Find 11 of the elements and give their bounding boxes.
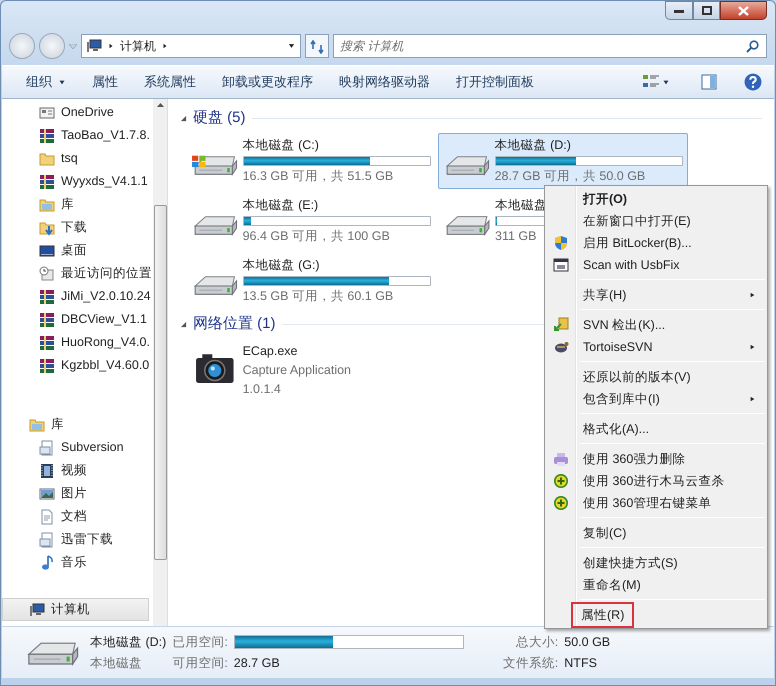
file-system-label: 文件系统: (502, 654, 558, 672)
group-heading: 硬盘 (5) (193, 108, 246, 128)
drive-type: 本地磁盘 (90, 654, 143, 672)
total-size-value: 50.0 GB (564, 634, 610, 651)
file-system-value: NTFS (564, 654, 598, 672)
drive-name: 本地磁盘 (D:) (90, 634, 166, 651)
group-heading: 网络位置 (1) (193, 314, 276, 334)
used-space-label: 已用空间: (172, 634, 228, 651)
free-space-label: 可用空间: (172, 654, 228, 672)
total-size-label: 总大小: (514, 634, 558, 651)
free-space-value: 28.7 GB (234, 654, 281, 672)
